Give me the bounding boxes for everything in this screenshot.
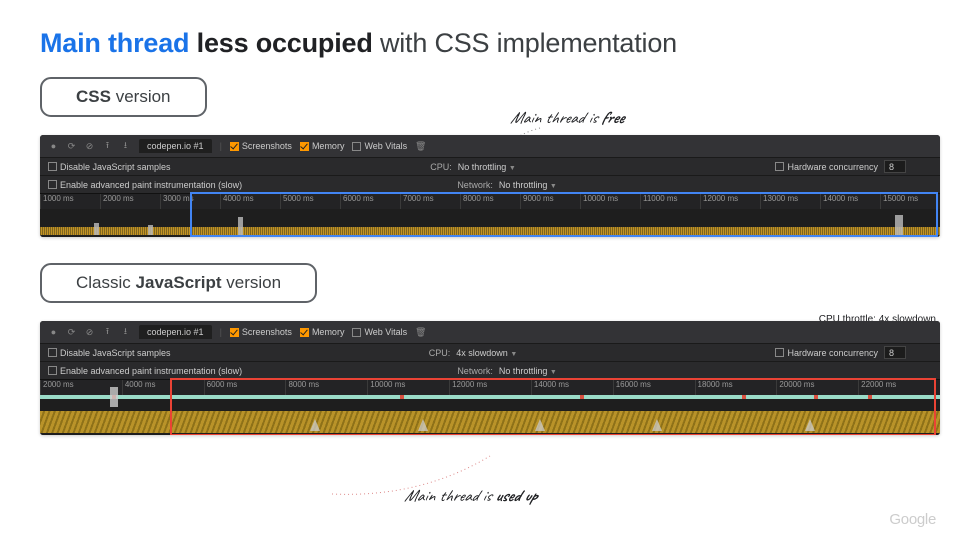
timeline-tick: 14000 ms: [531, 380, 613, 395]
download-icon[interactable]: ⭳: [120, 141, 131, 152]
cpu-label-js: CPU:: [429, 348, 451, 358]
download-icon[interactable]: ⭳: [120, 327, 131, 338]
memory-checkbox-js[interactable]: Memory: [300, 327, 345, 337]
timeline-tick: 10000 ms: [580, 194, 640, 209]
timeline-tick: 6000 ms: [340, 194, 400, 209]
webvitals-checkbox[interactable]: Web Vitals: [352, 141, 407, 151]
row-network-css: Enable advanced paint instrumentation (s…: [40, 175, 940, 193]
timeline-tick: 12000 ms: [700, 194, 760, 209]
cpu-dropdown-js[interactable]: 4x slowdown ▼: [456, 348, 517, 358]
annotation-used: Main thread is used up: [404, 486, 537, 507]
title-rest: with CSS implementation: [380, 28, 677, 58]
annotation-used-b: used up: [495, 486, 537, 507]
flame-chart-js[interactable]: [40, 395, 940, 435]
timeline-tick: 6000 ms: [204, 380, 286, 395]
pill-js-b: JavaScript: [136, 273, 222, 292]
hardware-input-js[interactable]: 8: [884, 346, 906, 359]
toolbar-tab-js[interactable]: codepen.io #1: [139, 325, 212, 339]
reload-icon[interactable]: ⟳: [66, 327, 77, 338]
hardware-input[interactable]: 8: [884, 160, 906, 173]
timeline-ruler-css[interactable]: 1000 ms2000 ms3000 ms4000 ms5000 ms6000 …: [40, 193, 940, 209]
timeline-tick: 3000 ms: [160, 194, 220, 209]
timeline-tick: 5000 ms: [280, 194, 340, 209]
toolbar-css: ● ⟳ ⊘ ⭱ ⭳ codepen.io #1 | Screenshots Me…: [40, 135, 940, 157]
pill-js-a: Classic: [76, 273, 131, 292]
advanced-paint-checkbox-js[interactable]: Enable advanced paint instrumentation (s…: [48, 366, 242, 376]
timeline-tick: 4000 ms: [220, 194, 280, 209]
pill-css-b: version: [116, 87, 171, 106]
timeline-tick: 9000 ms: [520, 194, 580, 209]
timeline-tick: 18000 ms: [695, 380, 777, 395]
trash-icon[interactable]: 🗑: [415, 141, 426, 152]
flame-top-strip: [40, 395, 940, 399]
timeline-tick: 13000 ms: [760, 194, 820, 209]
slide: Main thread less occupied with CSS imple…: [0, 0, 960, 540]
timeline-tick: 14000 ms: [820, 194, 880, 209]
row-cpu-js: Disable JavaScript samples CPU: 4x slowd…: [40, 343, 940, 361]
timeline-tick: 8000 ms: [460, 194, 520, 209]
flame-chart-css[interactable]: [40, 209, 940, 237]
row-cpu-css: Disable JavaScript samples CPU: No throt…: [40, 157, 940, 175]
timeline-ruler-js[interactable]: 2000 ms4000 ms6000 ms8000 ms10000 ms1200…: [40, 379, 940, 395]
timeline-tick: 7000 ms: [400, 194, 460, 209]
pill-css-version: CSS version: [40, 77, 207, 117]
row-network-js: Enable advanced paint instrumentation (s…: [40, 361, 940, 379]
timeline-tick: 16000 ms: [613, 380, 695, 395]
clear-icon[interactable]: ⊘: [84, 327, 95, 338]
disable-js-checkbox-js[interactable]: Disable JavaScript samples: [48, 348, 171, 358]
webvitals-checkbox-js[interactable]: Web Vitals: [352, 327, 407, 337]
toolbar-icons-js: ● ⟳ ⊘ ⭱ ⭳: [48, 327, 131, 338]
timeline-tick: 15000 ms: [880, 194, 940, 209]
network-label: Network:: [457, 180, 493, 190]
cpu-dropdown[interactable]: No throttling ▼: [458, 162, 516, 172]
disable-js-checkbox[interactable]: Disable JavaScript samples: [48, 162, 171, 172]
network-dropdown[interactable]: No throttling ▼: [499, 180, 557, 190]
annotation-used-a: Main thread is: [404, 486, 491, 507]
timeline-tick: 10000 ms: [367, 380, 449, 395]
network-dropdown-js[interactable]: No throttling ▼: [499, 366, 557, 376]
hardware-checkbox-js[interactable]: Hardware concurrency: [775, 348, 878, 358]
pill-js-version: Classic JavaScript version: [40, 263, 317, 303]
devtools-panel-css: ● ⟳ ⊘ ⭱ ⭳ codepen.io #1 | Screenshots Me…: [40, 135, 940, 237]
slide-title: Main thread less occupied with CSS imple…: [40, 28, 920, 59]
timeline-tick: 2000 ms: [100, 194, 160, 209]
toolbar-tab[interactable]: codepen.io #1: [139, 139, 212, 153]
upload-icon[interactable]: ⭱: [102, 327, 113, 338]
cpu-label: CPU:: [430, 162, 452, 172]
memory-checkbox[interactable]: Memory: [300, 141, 345, 151]
annotation-free-b: free: [601, 108, 624, 129]
timeline-tick: 22000 ms: [858, 380, 940, 395]
reload-icon[interactable]: ⟳: [66, 141, 77, 152]
pill-js-c: version: [226, 273, 281, 292]
upload-icon[interactable]: ⭱: [102, 141, 113, 152]
hardware-checkbox[interactable]: Hardware concurrency: [775, 162, 878, 172]
screenshots-checkbox[interactable]: Screenshots: [230, 141, 292, 151]
title-emph-blue: Main thread: [40, 28, 189, 58]
timeline-tick: 1000 ms: [40, 194, 100, 209]
record-icon[interactable]: ●: [48, 141, 59, 152]
timeline-tick: 8000 ms: [285, 380, 367, 395]
timeline-tick: 12000 ms: [449, 380, 531, 395]
advanced-paint-checkbox[interactable]: Enable advanced paint instrumentation (s…: [48, 180, 242, 190]
pill-css-a: CSS: [76, 87, 111, 106]
title-emph-bold: less occupied: [197, 28, 373, 58]
google-logo: Google: [889, 511, 936, 528]
toolbar-js: ● ⟳ ⊘ ⭱ ⭳ codepen.io #1 | Screenshots Me…: [40, 321, 940, 343]
timeline-tick: 20000 ms: [776, 380, 858, 395]
toolbar-icons: ● ⟳ ⊘ ⭱ ⭳: [48, 141, 131, 152]
timeline-tick: 4000 ms: [122, 380, 204, 395]
network-label-js: Network:: [457, 366, 493, 376]
timeline-tick: 11000 ms: [640, 194, 700, 209]
screenshots-checkbox-js[interactable]: Screenshots: [230, 327, 292, 337]
clear-icon[interactable]: ⊘: [84, 141, 95, 152]
trash-icon[interactable]: 🗑: [415, 327, 426, 338]
devtools-panel-js: ● ⟳ ⊘ ⭱ ⭳ codepen.io #1 | Screenshots Me…: [40, 321, 940, 435]
record-icon[interactable]: ●: [48, 327, 59, 338]
